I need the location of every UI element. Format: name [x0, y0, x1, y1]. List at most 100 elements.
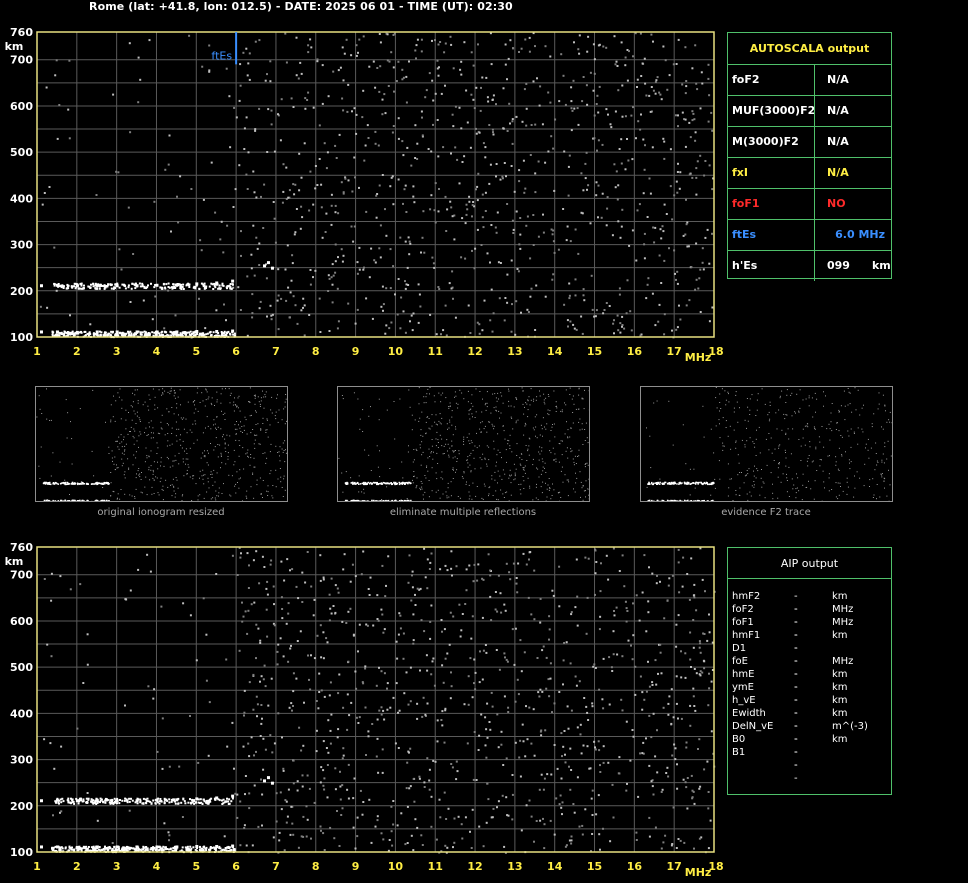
x-tick-label: 16 [627, 860, 643, 873]
thumb-dot [794, 411, 796, 413]
thumb-dot [149, 426, 150, 428]
thumb-dot [538, 451, 540, 453]
trace-dot [123, 848, 125, 851]
thumb-dot [285, 449, 286, 451]
thumb-dot [179, 389, 181, 391]
thumb-dot [821, 426, 823, 427]
thumb-dot [733, 407, 735, 409]
thumb-dot [732, 500, 734, 501]
thumb-trace [400, 482, 402, 485]
thumb-dot [170, 387, 172, 389]
thumb-dot [413, 471, 415, 472]
thumb-dot [358, 491, 360, 493]
thumb-dot [253, 497, 255, 499]
thumb-trace [693, 500, 695, 501]
trace-dot [81, 847, 84, 850]
thumb-dot [455, 402, 457, 404]
thumb-dot [802, 428, 804, 430]
thumb-trace [94, 482, 97, 485]
thumb-trace [683, 499, 686, 501]
thumb-dot [514, 475, 516, 477]
thumb-dot [479, 428, 481, 430]
thumb-dot [175, 435, 177, 437]
thumb-dot [480, 422, 482, 424]
thumb-dot [778, 445, 780, 447]
thumb-dot [189, 447, 191, 449]
thumb-trace [354, 500, 356, 501]
thumb-dot [777, 497, 779, 499]
aip-panel: AIP output hmF2 --- km foF2 --- MHz foF1 --- MHz… [727, 547, 892, 795]
thumb-dot [233, 410, 235, 412]
thumb-trace [394, 500, 396, 501]
thumb-dot [173, 490, 175, 492]
thumb-dot [265, 462, 267, 464]
thumb-dot [217, 444, 219, 445]
thumb-dot [468, 484, 470, 486]
thumb-dot [285, 452, 287, 454]
thumb-dot [448, 456, 450, 458]
thumb-dot [520, 483, 522, 485]
thumb-dot [237, 407, 239, 409]
thumb-dot [421, 454, 423, 456]
thumb-dot [117, 467, 119, 469]
trace-dot [146, 849, 149, 852]
thumb-dot [795, 492, 797, 494]
thumb-trace [103, 482, 105, 484]
thumb-dot [421, 482, 423, 484]
thumb-dot [689, 468, 691, 470]
thumb-dot [168, 411, 170, 413]
aip-value: --- [794, 747, 798, 784]
thumb-trace [107, 482, 109, 484]
thumb-dot [341, 395, 343, 396]
thumb-trace [378, 500, 380, 501]
thumb-dot [524, 422, 526, 424]
thumb-dot [427, 416, 429, 418]
thumb-dot [36, 416, 38, 418]
thumb-dot [471, 498, 473, 500]
thumb-dot [406, 498, 408, 499]
thumb-dot [469, 409, 471, 411]
thumb-dot [489, 421, 491, 423]
thumb-dot [213, 449, 215, 451]
thumb-dot [217, 456, 219, 458]
thumb-dot [545, 472, 547, 473]
thumb-dot [501, 478, 503, 480]
thumb-dot [865, 443, 867, 445]
trace-dot [199, 845, 201, 848]
thumb-dot [569, 436, 571, 438]
thumb-dot [183, 428, 185, 430]
thumb-trace [703, 499, 705, 501]
thumb-dot [447, 482, 449, 484]
thumb-dot [463, 398, 465, 400]
thumb-dot [747, 473, 749, 475]
thumb-dot [653, 402, 655, 404]
thumb-dot [39, 477, 41, 479]
thumb-dot [193, 442, 195, 444]
thumb-trace [651, 483, 654, 486]
thumb-dot [470, 452, 472, 454]
thumb-dot [195, 483, 197, 485]
thumb-dot [249, 387, 251, 389]
thumb-dot [585, 480, 587, 482]
thumb-dot [284, 461, 286, 463]
thumb-dot [840, 405, 842, 407]
thumb-dot [46, 418, 48, 420]
thumb-dot [868, 457, 870, 459]
thumb-trace [382, 481, 385, 484]
thumb-dot [526, 460, 528, 461]
thumb-dot [461, 392, 463, 394]
trace-dot [122, 846, 125, 849]
thumb-dot [453, 469, 454, 471]
thumb-dot [242, 432, 243, 433]
thumb-trace [71, 499, 74, 501]
thumb-dot [548, 489, 550, 491]
thumb-dot [821, 459, 822, 461]
thumb-dot [216, 401, 218, 403]
thumb-dot [201, 392, 203, 394]
thumb-dot [364, 449, 366, 451]
thumb-dot [121, 446, 123, 448]
trace-dot [67, 797, 70, 800]
thumb-dot [815, 411, 816, 413]
thumb-dot [512, 428, 514, 430]
thumb-dot [272, 497, 274, 499]
